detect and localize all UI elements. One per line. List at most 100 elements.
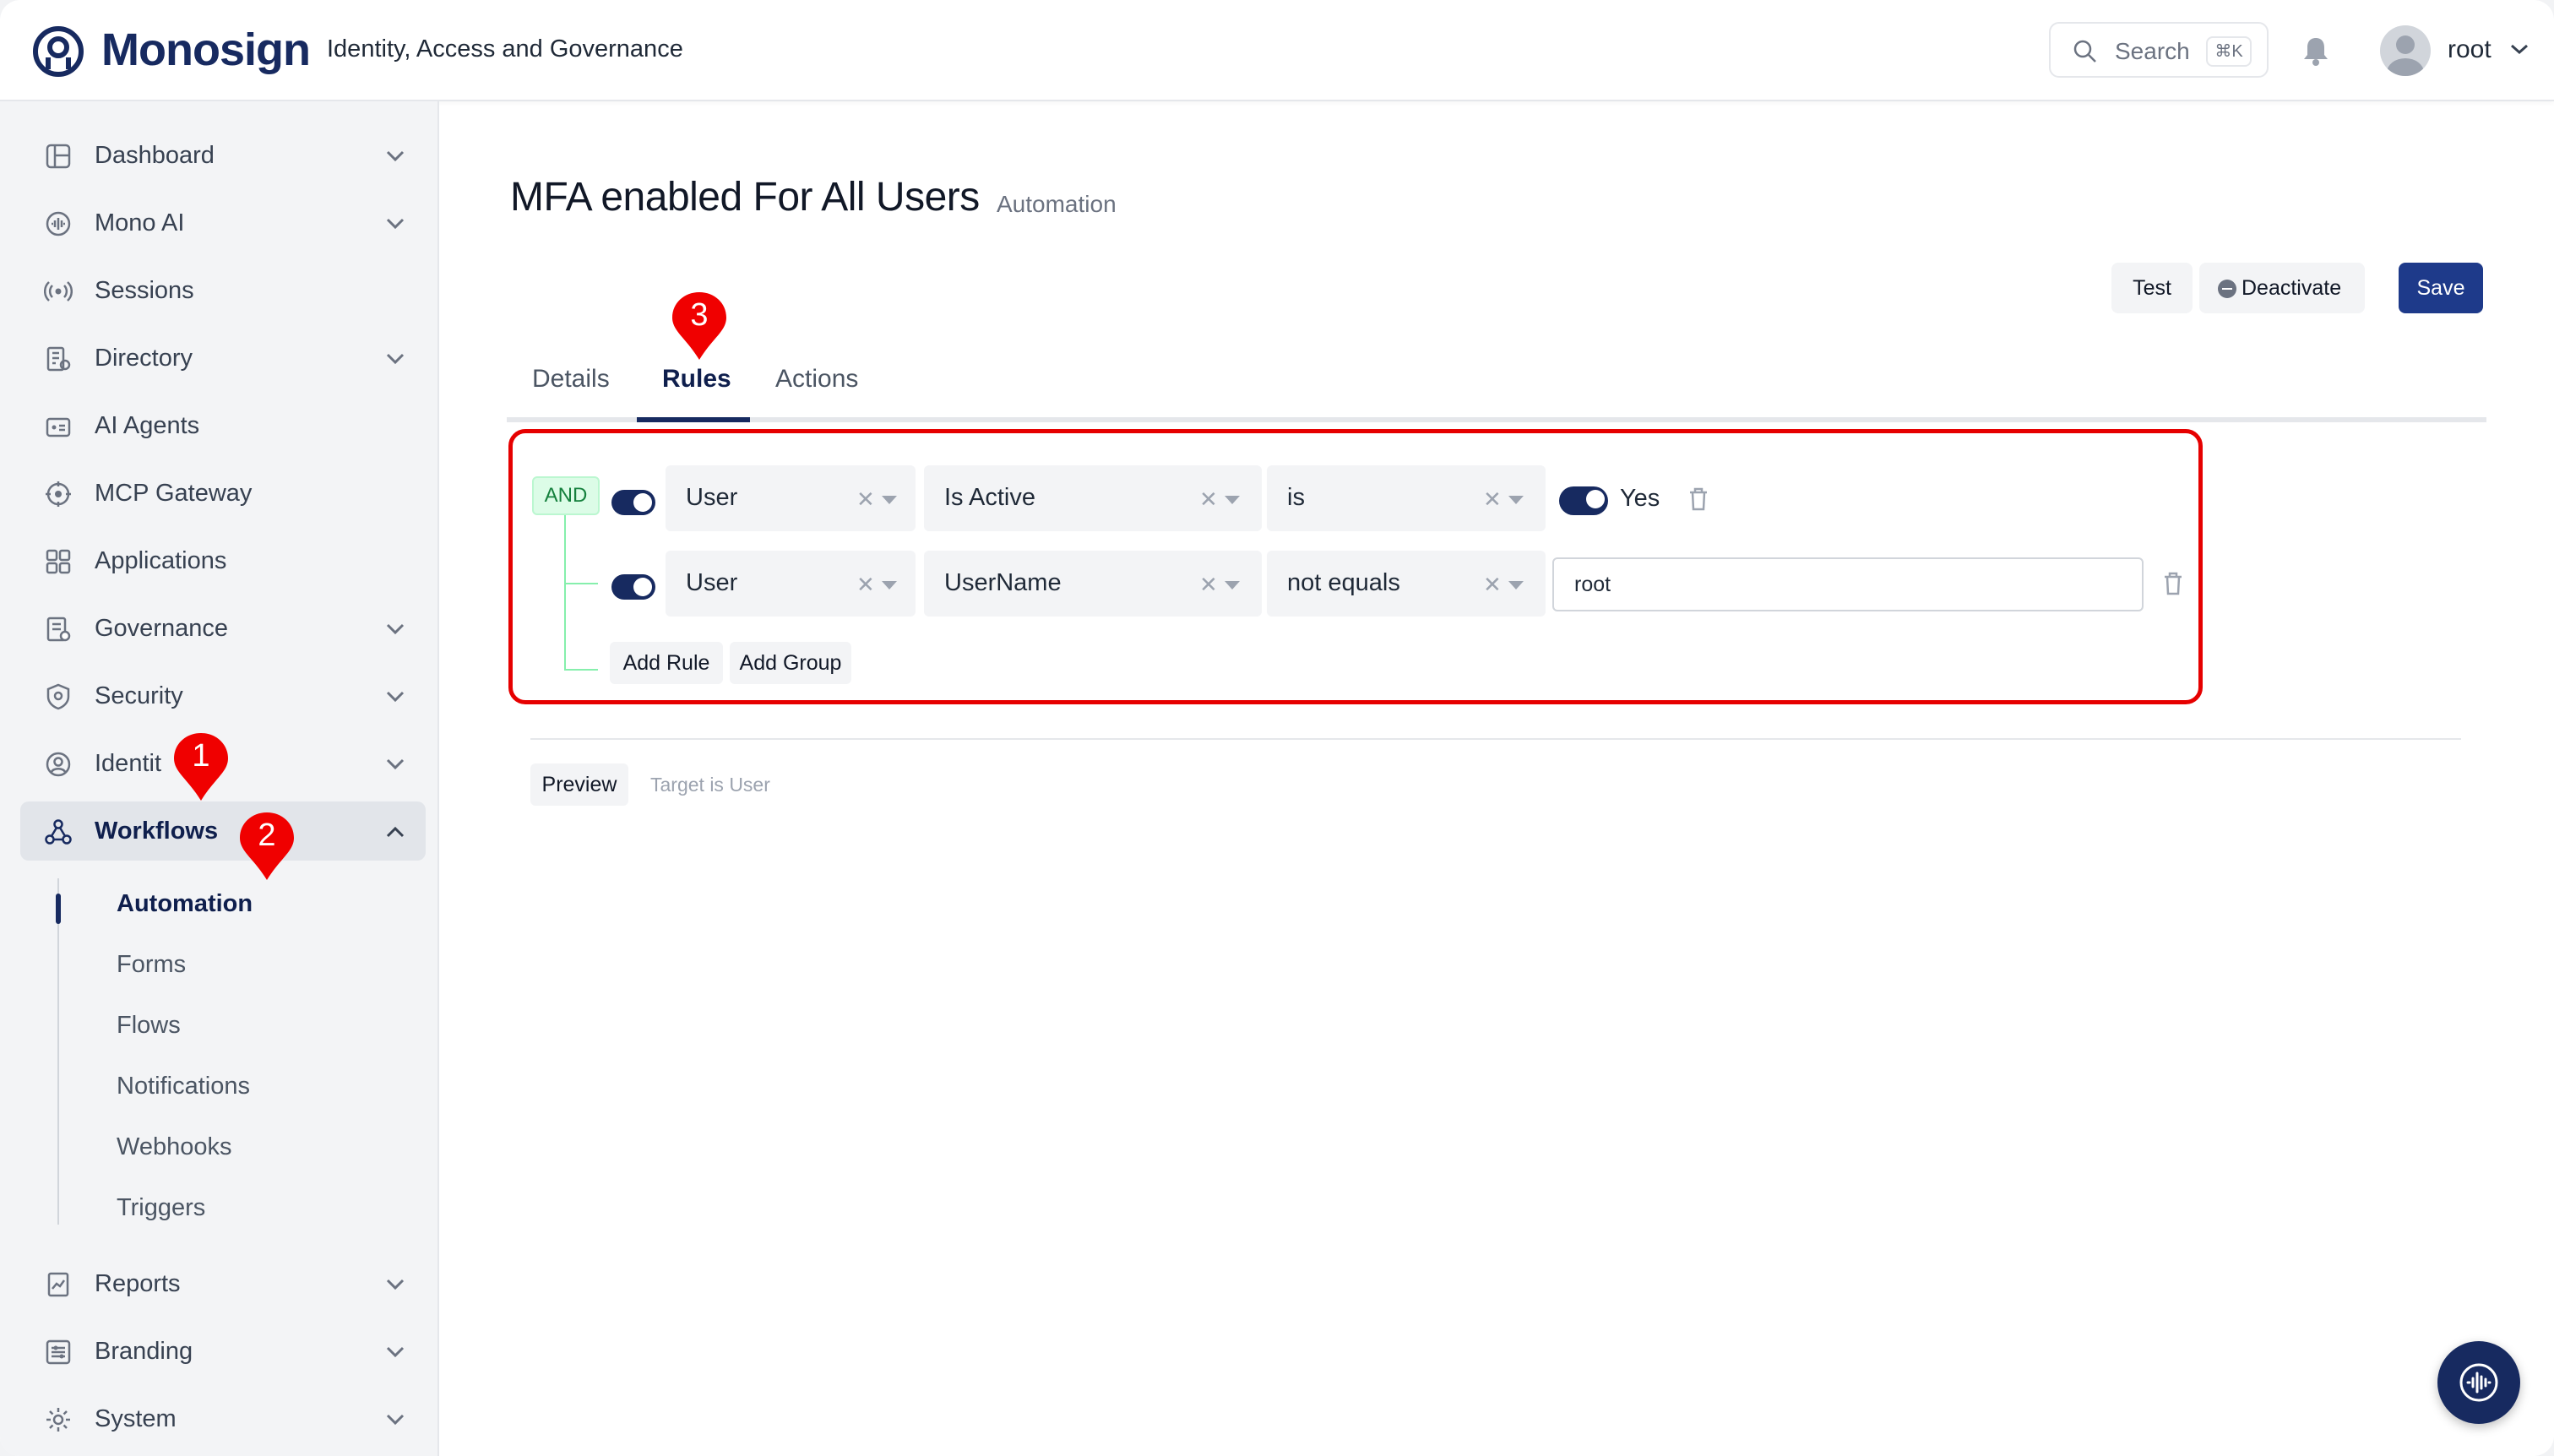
rule-tree-branch (564, 669, 598, 671)
sidebar-item-mcp-gateway[interactable]: MCP Gateway (20, 464, 426, 523)
caret-down-icon[interactable] (1508, 581, 1524, 589)
value-toggle-label: Yes (1620, 485, 1660, 512)
field-select-value: Is Active (944, 484, 1035, 511)
tab-rules[interactable]: Rules (662, 365, 731, 394)
chevron-down-icon (386, 758, 405, 770)
rule-enable-toggle[interactable] (611, 574, 655, 600)
clear-icon[interactable]: ✕ (856, 572, 875, 598)
deactivate-button[interactable]: Deactivate (2199, 263, 2365, 313)
caret-down-icon[interactable] (1508, 496, 1524, 504)
sidebar-item-sessions[interactable]: Sessions (20, 261, 426, 320)
directory-icon (46, 346, 71, 372)
caret-down-icon[interactable] (1225, 496, 1240, 504)
combinator-badge[interactable]: AND (532, 476, 600, 515)
save-button[interactable]: Save (2399, 263, 2483, 313)
sidebar-subitem-flows[interactable]: Flows (117, 1012, 181, 1040)
chevron-down-icon (386, 1414, 405, 1426)
caret-down-icon[interactable] (882, 496, 897, 504)
rule-tree-branch (564, 583, 598, 584)
field-select[interactable]: Is Active ✕ (924, 465, 1262, 531)
gear-icon (46, 1408, 70, 1432)
chevron-down-icon (386, 150, 405, 162)
clear-icon[interactable]: ✕ (1483, 486, 1502, 513)
user-circle-icon (46, 752, 71, 777)
sidebar-item-dashboard[interactable]: Dashboard (20, 126, 426, 185)
app-window: Monosign Identity, Access and Governance… (0, 0, 2554, 1456)
clear-icon[interactable]: ✕ (856, 486, 875, 513)
clear-icon[interactable]: ✕ (1483, 572, 1502, 598)
top-header: Monosign Identity, Access and Governance… (0, 0, 2554, 101)
operator-select-value: is (1287, 484, 1305, 511)
value-toggle[interactable] (1559, 486, 1608, 515)
sidebar-item-system[interactable]: System (20, 1389, 426, 1448)
value-input[interactable] (1554, 559, 2142, 610)
sidebar-item-directory[interactable]: Directory (20, 329, 426, 388)
tab-actions[interactable]: Actions (775, 365, 858, 394)
sidebar-subitem-notifications[interactable]: Notifications (117, 1073, 250, 1100)
sidebar-subitem-webhooks[interactable]: Webhooks (117, 1133, 232, 1161)
sidebar-item-applications[interactable]: Applications (20, 531, 426, 590)
brand-tagline: Identity, Access and Governance (327, 35, 683, 62)
clear-icon[interactable]: ✕ (1199, 572, 1218, 598)
search-icon (2073, 40, 2096, 62)
test-button[interactable]: Test (2111, 263, 2193, 313)
sidebar-subitem-automation[interactable]: Automation (117, 890, 253, 918)
operator-select-value: not equals (1287, 569, 1400, 596)
caret-down-icon[interactable] (882, 581, 897, 589)
clear-icon[interactable]: ✕ (1199, 486, 1218, 513)
preview-target-note: Target is User (650, 774, 770, 796)
branding-icon (46, 1339, 71, 1365)
mcp-gateway-icon (46, 481, 71, 507)
bell-icon[interactable] (2302, 35, 2329, 66)
sidebar-item-reports[interactable]: Reports (20, 1254, 426, 1313)
avatar[interactable] (2380, 25, 2431, 76)
sidebar-subitem-forms[interactable]: Forms (117, 951, 186, 979)
sidebar-item-security[interactable]: Security (20, 666, 426, 725)
page-title: MFA enabled For All Users (510, 175, 980, 220)
governance-icon (46, 617, 71, 642)
reports-icon (47, 1272, 69, 1297)
sidebar-item-branding[interactable]: Branding (20, 1322, 426, 1381)
trash-icon[interactable] (1687, 486, 1709, 512)
rule-enable-toggle[interactable] (611, 490, 655, 515)
sidebar-item-label: Dashboard (95, 142, 215, 169)
user-avatar-icon (2387, 35, 2424, 76)
rule-tree-line (564, 515, 566, 669)
chevron-down-icon[interactable] (2508, 41, 2530, 57)
chevron-down-icon (386, 623, 405, 635)
user-name[interactable]: root (2448, 35, 2492, 64)
caret-down-icon[interactable] (1225, 581, 1240, 589)
sidebar-subitem-triggers[interactable]: Triggers (117, 1194, 205, 1222)
section-divider (530, 738, 2461, 740)
sidebar-item-label: Security (95, 682, 183, 709)
preview-button[interactable]: Preview (530, 763, 628, 806)
entity-select[interactable]: User ✕ (666, 551, 916, 617)
field-select[interactable]: UserName ✕ (924, 551, 1262, 617)
sidebar-item-workflows[interactable]: Workflows (20, 801, 426, 861)
sessions-icon (44, 281, 73, 302)
step-marker-number: 2 (258, 818, 276, 853)
search-button[interactable]: Search ⌘K (2049, 22, 2269, 78)
add-group-button[interactable]: Add Group (730, 642, 851, 684)
field-select-value: UserName (944, 569, 1062, 596)
sidebar-item-label: Reports (95, 1270, 181, 1297)
sidebar-item-governance[interactable]: Governance (20, 599, 426, 658)
chevron-down-icon (386, 1279, 405, 1290)
assistant-fab-button[interactable] (2437, 1341, 2520, 1424)
add-rule-button[interactable]: Add Rule (610, 642, 723, 684)
sidebar-item-label: Sessions (95, 277, 194, 304)
sidebar-item-label: AI Agents (95, 412, 200, 439)
entity-select-value: User (686, 569, 738, 596)
tab-details[interactable]: Details (532, 365, 610, 394)
submenu-guide-line (57, 878, 59, 1225)
trash-icon[interactable] (2162, 571, 2184, 596)
sidebar-item-ai-agents[interactable]: AI Agents (20, 396, 426, 455)
chevron-up-icon (386, 826, 405, 838)
sidebar-item-mono-ai[interactable]: Mono AI (20, 193, 426, 253)
entity-select[interactable]: User ✕ (666, 465, 916, 531)
deactivate-label: Deactivate (2242, 276, 2342, 300)
mono-ai-icon (46, 211, 71, 236)
sidebar-item-label: Mono AI (95, 209, 185, 236)
operator-select[interactable]: is ✕ (1267, 465, 1546, 531)
operator-select[interactable]: not equals ✕ (1267, 551, 1546, 617)
